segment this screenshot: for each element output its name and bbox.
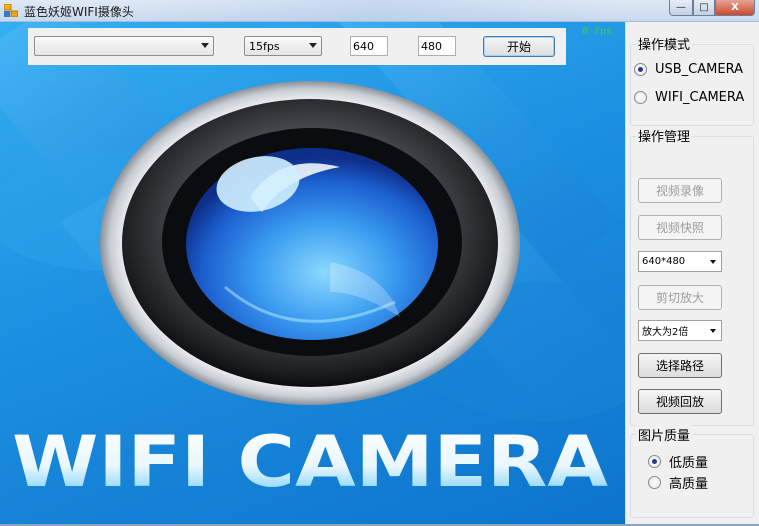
radio-button[interactable] <box>648 455 661 468</box>
width-input[interactable]: 640 <box>350 36 388 56</box>
mode-group <box>630 44 754 126</box>
dropdown-arrow-icon <box>201 43 209 48</box>
window-controls: — □ X <box>669 0 755 16</box>
radio-label: 低质量 <box>669 456 709 471</box>
radio-label: USB_CAMERA <box>655 62 743 77</box>
splash-title-text: WIFI CAMERA <box>12 421 608 500</box>
minimize-button[interactable]: — <box>669 0 693 16</box>
radio-high-quality[interactable]: 高质量 <box>648 473 708 492</box>
title-bar-decoration <box>140 0 620 22</box>
manage-group-title: 操作管理 <box>636 126 693 145</box>
playback-button[interactable]: 视频回放 <box>638 389 722 414</box>
maximize-button[interactable]: □ <box>693 0 715 16</box>
capture-toolbar: 15fps 640 480 开始 <box>28 28 566 65</box>
video-preview: WIFI CAMERA 0 fps 15fps 640 480 开始 <box>0 22 625 524</box>
dropdown-arrow-icon <box>710 260 716 264</box>
control-panel: 操作模式 USB_CAMERA WIFI_CAMERA 操作管理 视频录像 视频… <box>625 22 759 524</box>
radio-button[interactable] <box>648 476 661 489</box>
dropdown-arrow-icon <box>710 329 716 333</box>
quality-group-title: 图片质量 <box>636 425 693 444</box>
fps-readout: 0 fps <box>582 26 613 37</box>
dropdown-arrow-icon <box>309 43 317 48</box>
radio-usb-camera[interactable]: USB_CAMERA <box>634 62 743 77</box>
record-button[interactable]: 视频录像 <box>638 178 722 203</box>
choose-path-button[interactable]: 选择路径 <box>638 353 722 378</box>
radio-label: WIFI_CAMERA <box>655 90 745 105</box>
splash-title: WIFI CAMERA <box>12 421 608 500</box>
device-select[interactable] <box>34 36 214 56</box>
radio-button[interactable] <box>634 91 647 104</box>
fps-select[interactable]: 15fps <box>244 36 322 56</box>
camera-lens-icon <box>100 81 520 405</box>
snapshot-button[interactable]: 视频快照 <box>638 215 722 240</box>
app-icon <box>4 4 18 17</box>
title-bar: 蓝色妖姬WIFI摄像头 — □ X <box>0 0 759 22</box>
radio-low-quality[interactable]: 低质量 <box>648 452 708 471</box>
crop-zoom-button[interactable]: 剪切放大 <box>638 285 722 310</box>
fps-select-value: 15fps <box>249 39 280 53</box>
close-button[interactable]: X <box>715 0 755 16</box>
zoom-select-value: 放大为2倍 <box>642 327 689 338</box>
radio-wifi-camera[interactable]: WIFI_CAMERA <box>634 90 744 105</box>
start-button[interactable]: 开始 <box>483 36 555 57</box>
resolution-select-value: 640*480 <box>642 256 686 267</box>
resolution-select[interactable]: 640*480 <box>638 251 722 272</box>
zoom-select[interactable]: 放大为2倍 <box>638 320 722 341</box>
window-title: 蓝色妖姬WIFI摄像头 <box>24 5 134 19</box>
radio-label: 高质量 <box>669 477 709 492</box>
height-input[interactable]: 480 <box>418 36 456 56</box>
radio-button[interactable] <box>634 63 647 76</box>
mode-group-title: 操作模式 <box>636 34 693 53</box>
